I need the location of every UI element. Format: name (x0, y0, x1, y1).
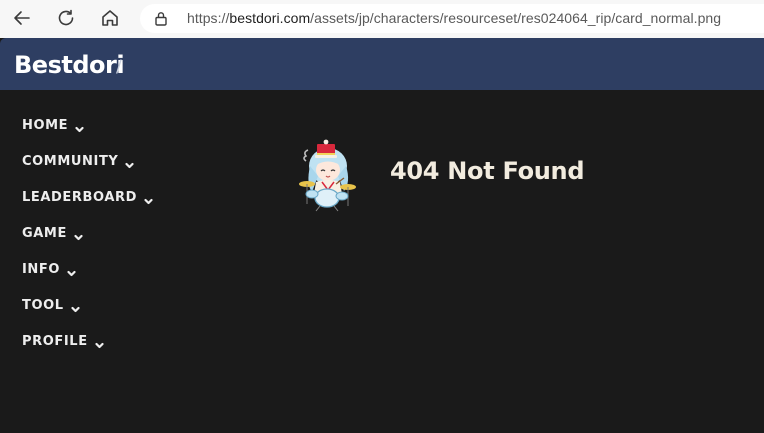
chevron-down-icon (75, 121, 84, 132)
address-bar[interactable]: https://bestdori.com/assets/jp/character… (140, 4, 764, 33)
home-button[interactable] (95, 3, 125, 33)
sidebar-item-leaderboard[interactable]: LEADERBOARD (22, 186, 153, 208)
sidebar-item-profile[interactable]: PROFILE (22, 330, 104, 352)
site-header: Bestdori / (0, 38, 764, 90)
chevron-down-icon (67, 265, 76, 276)
sidebar-item-tool[interactable]: TOOL (22, 294, 80, 316)
sidebar-item-label: TOOL (22, 297, 64, 313)
brand-logo[interactable]: Bestdori (14, 51, 125, 79)
url-scheme: https:// (187, 10, 230, 26)
chevron-down-icon (74, 229, 83, 240)
sidebar-item-label: HOME (22, 117, 69, 133)
drummer-girl-chibi-icon (299, 139, 356, 212)
chevron-down-icon (144, 193, 153, 204)
breadcrumb-separator: / (116, 57, 122, 77)
sidebar-item-label: GAME (22, 225, 67, 241)
arrow-left-icon (14, 11, 30, 25)
chevron-down-icon (95, 337, 104, 348)
sidebar-item-label: PROFILE (22, 333, 88, 349)
sidebar-item-label: COMMUNITY (22, 153, 119, 169)
url-text[interactable]: https://bestdori.com/assets/jp/character… (187, 10, 721, 26)
sidebar-item-info[interactable]: INFO (22, 258, 76, 280)
sidebar-item-game[interactable]: GAME (22, 222, 83, 244)
sidebar-item-home[interactable]: HOME (22, 114, 84, 136)
sidebar-item-community[interactable]: COMMUNITY (22, 150, 135, 172)
home-icon (102, 10, 118, 26)
reload-button[interactable] (51, 3, 81, 33)
browser-toolbar: https://bestdori.com/assets/jp/character… (0, 0, 764, 38)
chevron-down-icon (125, 157, 135, 168)
reload-icon (58, 9, 74, 26)
sidebar-item-label: LEADERBOARD (22, 189, 137, 205)
lock-icon[interactable] (154, 11, 168, 26)
url-path: /assets/jp/characters/resourceset/res024… (310, 10, 722, 26)
error-heading: 404 Not Found (390, 157, 585, 185)
chevron-down-icon (71, 301, 80, 312)
url-host: bestdori.com (229, 10, 311, 26)
sidebar-item-label: INFO (22, 261, 61, 277)
back-button[interactable] (7, 3, 37, 33)
